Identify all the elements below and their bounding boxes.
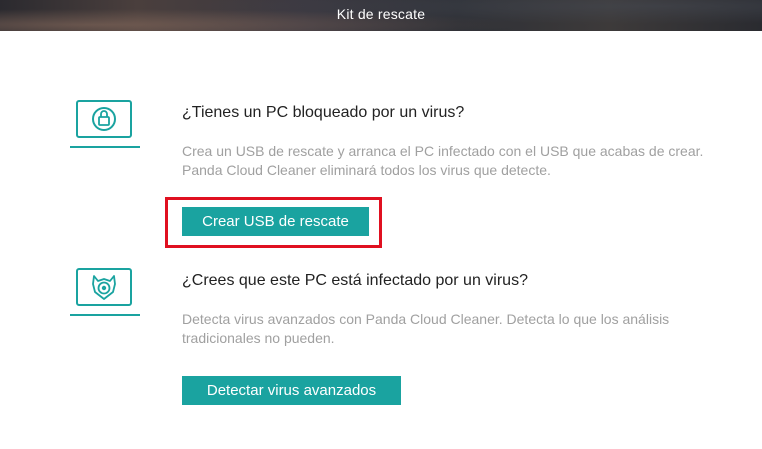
detect-advanced-virus-button[interactable]: Detectar virus avanzados	[182, 376, 401, 405]
window-title: Kit de rescate	[336, 6, 426, 22]
section-heading: ¿Crees que este PC está infectado por un…	[182, 272, 528, 289]
section-description: Detecta virus avanzados con Panda Cloud …	[182, 311, 670, 346]
section-heading: ¿Tienes un PC bloqueado por un virus?	[182, 104, 465, 121]
section-description: Crea un USB de rescate y arranca el PC i…	[182, 143, 704, 178]
title-bar: Kit de rescate	[0, 0, 762, 31]
create-rescue-usb-button[interactable]: Crear USB de rescate	[182, 207, 369, 236]
